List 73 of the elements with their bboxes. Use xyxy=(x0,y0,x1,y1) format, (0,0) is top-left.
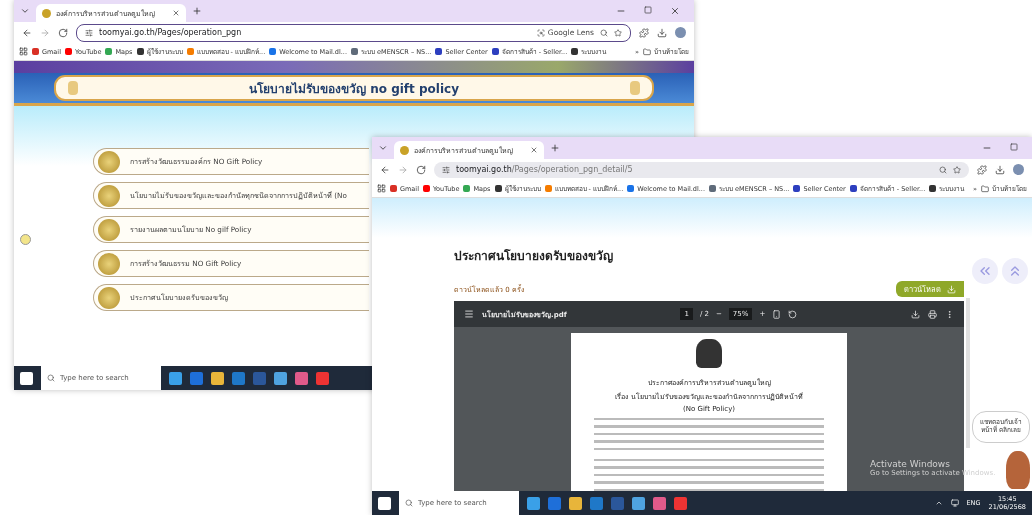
restore-icon[interactable] xyxy=(1010,143,1018,151)
page-heading: ประกาศนโยบายงดรับของขวัญ xyxy=(454,248,614,265)
taskbar-app-icon[interactable] xyxy=(569,496,582,510)
search-icon[interactable] xyxy=(600,28,608,37)
taskbar-app-icon[interactable] xyxy=(653,496,666,510)
taskbar-app-icon[interactable] xyxy=(316,371,329,385)
print-icon[interactable] xyxy=(928,309,937,319)
taskbar-app-icon[interactable] xyxy=(632,496,645,510)
apps-grid-icon[interactable] xyxy=(19,47,28,56)
profile-avatar-icon[interactable] xyxy=(1013,164,1024,175)
reload-icon[interactable] xyxy=(416,164,426,175)
more-icon[interactable] xyxy=(945,309,954,319)
ornament-icon xyxy=(68,81,78,95)
download-icon xyxy=(947,284,956,294)
taskbar-app-icon[interactable] xyxy=(295,371,308,385)
activation-title: Activate Windows xyxy=(870,459,951,469)
rotate-icon[interactable] xyxy=(788,309,798,319)
restore-icon[interactable] xyxy=(644,6,652,14)
taskbar-app-icon[interactable] xyxy=(211,371,224,385)
url-text: toomyai.go.th/Pages/operation_pgn xyxy=(99,28,242,37)
back-icon[interactable] xyxy=(380,164,390,175)
close-icon[interactable] xyxy=(670,6,680,16)
windows-start-icon[interactable] xyxy=(378,496,391,510)
download-icon[interactable] xyxy=(657,27,667,38)
seal-icon xyxy=(98,184,120,207)
profile-avatar-icon[interactable] xyxy=(675,27,686,38)
folder-icon xyxy=(981,184,989,193)
seal-icon xyxy=(98,286,120,309)
bookmark-star-icon[interactable] xyxy=(614,28,622,37)
bookmark-star-icon[interactable] xyxy=(953,165,961,174)
site-favicon-icon xyxy=(400,145,409,155)
seal-icon xyxy=(98,150,120,173)
seal-icon xyxy=(98,218,120,241)
search-icon xyxy=(405,499,413,507)
new-tab-icon[interactable] xyxy=(550,143,560,153)
download-icon[interactable] xyxy=(911,309,920,319)
menu-icon[interactable] xyxy=(464,309,474,319)
site-info-icon[interactable] xyxy=(85,28,93,37)
tray-expand-icon[interactable] xyxy=(934,499,943,507)
url-text: toomyai.go.th/Pages/operation_pgn_detail/5 xyxy=(456,165,633,174)
new-tab-icon[interactable] xyxy=(192,6,202,16)
folder-icon xyxy=(643,47,651,56)
tab-list-icon[interactable] xyxy=(378,143,388,153)
fit-page-icon[interactable] xyxy=(772,309,782,319)
reload-icon[interactable] xyxy=(58,27,68,38)
taskbar-app-icon[interactable] xyxy=(169,371,182,385)
search-icon[interactable] xyxy=(939,165,947,174)
ornament-icon xyxy=(630,81,640,95)
lens-icon xyxy=(536,28,545,37)
accessibility-icon[interactable] xyxy=(20,234,31,245)
download-icon[interactable] xyxy=(995,164,1005,175)
back-icon[interactable] xyxy=(22,27,32,38)
taskbar-app-icon[interactable] xyxy=(274,371,287,385)
taskbar-app-icon[interactable] xyxy=(674,496,687,510)
site-favicon-icon xyxy=(42,8,51,18)
close-tab-icon[interactable] xyxy=(530,146,538,154)
taskbar-app-icon[interactable] xyxy=(232,371,245,385)
close-tab-icon[interactable] xyxy=(172,9,180,17)
search-icon xyxy=(47,374,55,382)
extensions-icon[interactable] xyxy=(639,27,649,38)
site-info-icon[interactable] xyxy=(442,165,450,174)
scroll-top-button[interactable] xyxy=(1002,258,1028,284)
apps-grid-icon[interactable] xyxy=(377,184,386,193)
windows-start-icon[interactable] xyxy=(20,371,33,385)
address-bar[interactable]: toomyai.go.th/Pages/operation_pgn_detail/5 xyxy=(434,161,969,178)
back-nav-button[interactable] xyxy=(972,258,998,284)
extensions-icon[interactable] xyxy=(977,164,987,175)
taskbar-app-icon[interactable] xyxy=(527,496,540,510)
banner-title: นโยบายไม่รับของขวัญ no gift policy xyxy=(249,80,459,98)
network-icon[interactable] xyxy=(950,499,959,507)
seal-icon xyxy=(98,252,120,275)
taskbar-app-icon[interactable] xyxy=(590,496,603,510)
tab-list-icon[interactable] xyxy=(20,6,30,16)
